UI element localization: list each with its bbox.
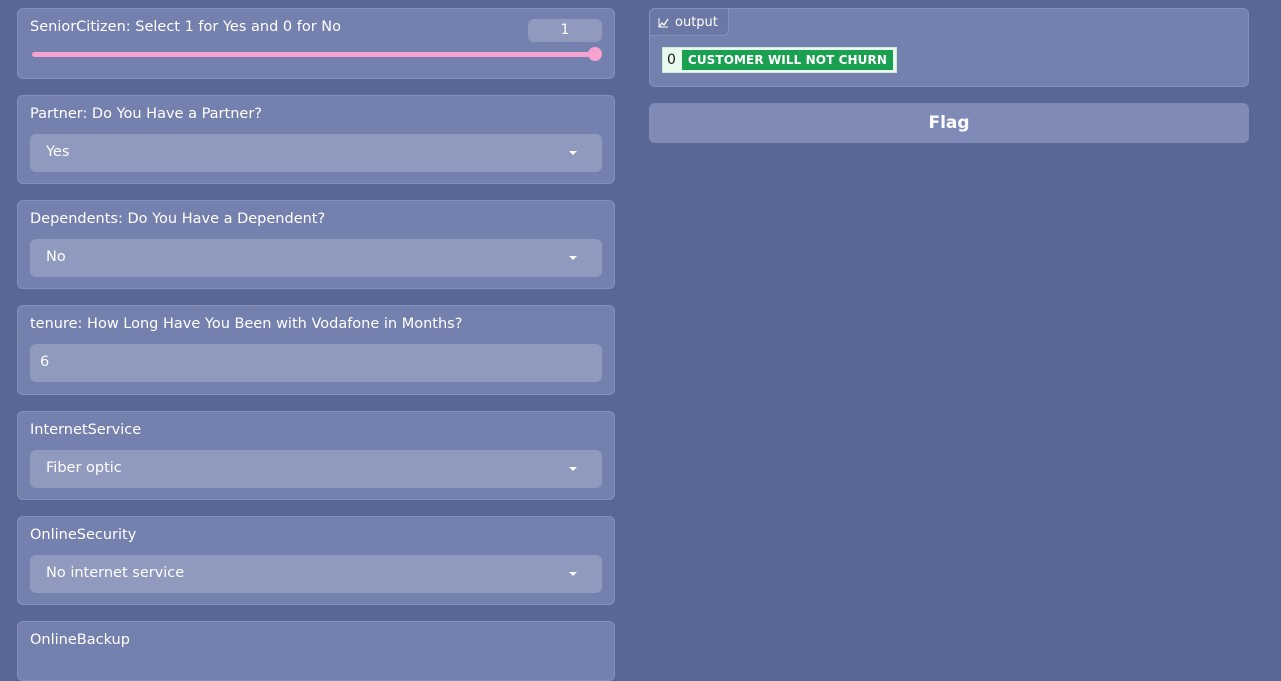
online-backup-label: OnlineBackup	[30, 632, 130, 648]
tenure-card: tenure: How Long Have You Been with Voda…	[17, 305, 615, 395]
senior-citizen-slider-track[interactable]	[32, 52, 600, 57]
dependents-label: Dependents: Do You Have a Dependent?	[30, 211, 326, 227]
output-result-box: 0 CUSTOMER WILL NOT CHURN	[662, 47, 898, 73]
dependents-selected-value: No	[46, 249, 66, 265]
partner-selected-value: Yes	[46, 144, 70, 160]
internet-service-label: InternetService	[30, 422, 142, 438]
internet-service-dropdown[interactable]: Fiber optic	[30, 450, 602, 488]
online-security-label: OnlineSecurity	[30, 527, 137, 543]
output-tab: output	[649, 8, 729, 36]
tenure-input[interactable]: 6	[30, 344, 602, 382]
output-index: 0	[667, 52, 676, 68]
dependents-card: Dependents: Do You Have a Dependent? No	[17, 200, 615, 289]
senior-citizen-label: SeniorCitizen: Select 1 for Yes and 0 fo…	[30, 19, 341, 35]
tenure-value: 6	[40, 354, 50, 370]
partner-dropdown[interactable]: Yes	[30, 134, 602, 172]
partner-card: Partner: Do You Have a Partner? Yes	[17, 95, 615, 184]
chevron-down-icon	[569, 572, 577, 576]
chevron-down-icon	[569, 467, 577, 471]
online-security-selected-value: No internet service	[46, 565, 185, 581]
senior-citizen-slider-thumb[interactable]	[588, 47, 602, 61]
chevron-down-icon	[569, 256, 577, 260]
dependents-dropdown[interactable]: No	[30, 239, 602, 277]
online-backup-card: OnlineBackup	[17, 621, 615, 681]
internet-service-card: InternetService Fiber optic	[17, 411, 615, 500]
chart-icon	[658, 17, 669, 27]
partner-label: Partner: Do You Have a Partner?	[30, 106, 262, 122]
output-tab-label: output	[675, 14, 718, 30]
senior-citizen-number-input[interactable]: 1	[528, 19, 602, 42]
tenure-label: tenure: How Long Have You Been with Voda…	[30, 316, 463, 332]
flag-button[interactable]: Flag	[649, 103, 1249, 143]
senior-citizen-card: SeniorCitizen: Select 1 for Yes and 0 fo…	[17, 8, 615, 79]
online-security-dropdown[interactable]: No internet service	[30, 555, 602, 593]
churn-result-badge: CUSTOMER WILL NOT CHURN	[681, 50, 894, 70]
online-security-card: OnlineSecurity No internet service	[17, 516, 615, 605]
chevron-down-icon	[569, 151, 577, 155]
output-panel: output 0 CUSTOMER WILL NOT CHURN	[649, 8, 1249, 87]
internet-service-selected-value: Fiber optic	[46, 460, 122, 476]
